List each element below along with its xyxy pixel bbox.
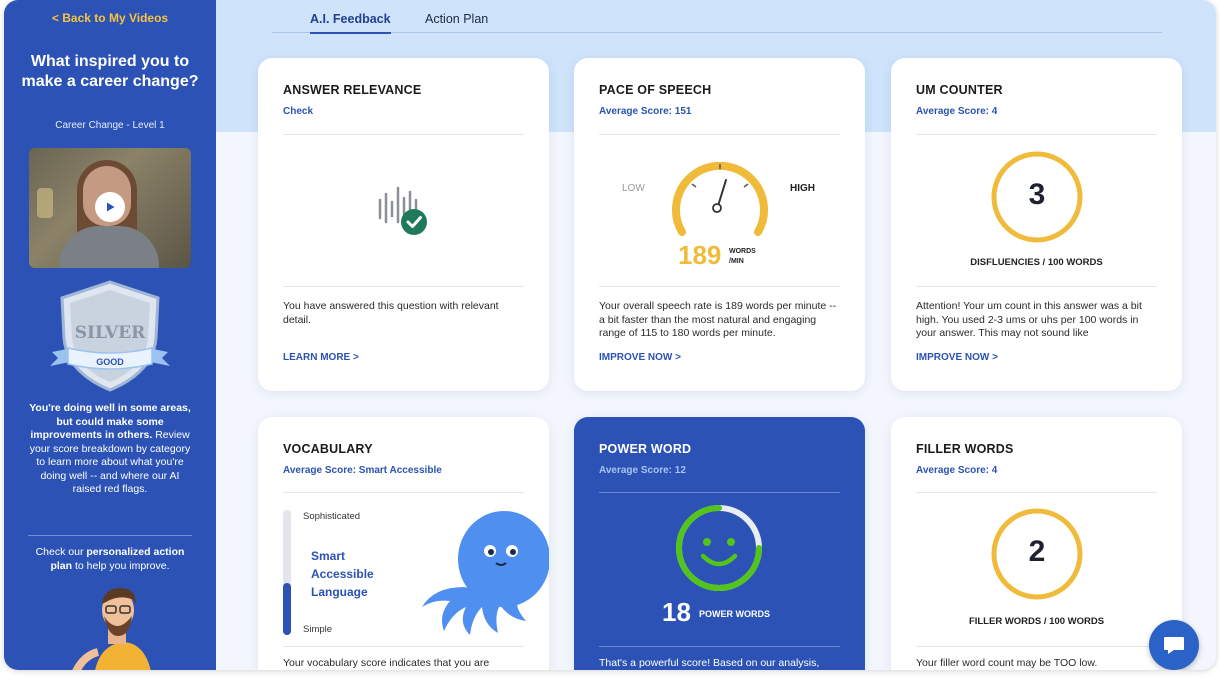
video-thumbnail[interactable] bbox=[29, 148, 191, 268]
improve-now-link[interactable]: IMPROVE NOW > bbox=[599, 352, 681, 363]
silver-shield-badge: SILVER GOOD bbox=[50, 280, 170, 392]
um-count-value: 3 bbox=[1028, 178, 1046, 211]
card-title: ANSWER RELEVANCE bbox=[283, 83, 422, 97]
video-background bbox=[37, 188, 53, 218]
card-title: UM COUNTER bbox=[916, 83, 1003, 97]
card-power-word: POWER WORD Average Score: 12 18 POWER WO… bbox=[574, 417, 865, 670]
improve-now-link[interactable]: IMPROVE NOW > bbox=[916, 352, 998, 363]
smiley-score-ring bbox=[676, 505, 762, 591]
main-content: A.I. Feedback Action Plan ANSWER RELEVAN… bbox=[216, 0, 1216, 670]
question-title: What inspired you to make a career chang… bbox=[21, 53, 199, 90]
play-icon[interactable] bbox=[95, 192, 125, 222]
tab-action-plan[interactable]: Action Plan bbox=[425, 12, 488, 26]
card-description: Your filler word count may be TOO low. bbox=[916, 657, 1098, 669]
card-title: PACE OF SPEECH bbox=[599, 83, 712, 97]
card-description: Your vocabulary score indicates that you… bbox=[283, 657, 490, 669]
vocab-bottom-label: Simple bbox=[303, 624, 333, 635]
pace-low-label: LOW bbox=[622, 183, 645, 194]
tab-ai-feedback[interactable]: A.I. Feedback bbox=[310, 12, 391, 34]
vocab-level-label: Smart Accessible Language bbox=[311, 549, 374, 599]
card-title: VOCABULARY bbox=[283, 442, 373, 456]
sidebar-divider bbox=[28, 535, 192, 536]
um-count-caption: DISFLUENCIES / 100 WORDS bbox=[970, 257, 1103, 268]
card-score: Check bbox=[283, 106, 314, 117]
card-vocabulary: VOCABULARY Average Score: Smart Accessib… bbox=[258, 417, 549, 670]
vocab-level-fill bbox=[283, 582, 291, 635]
vocab-top-label: Sophisticated bbox=[303, 511, 361, 522]
card-score: Average Score: 151 bbox=[599, 106, 692, 117]
card-filler-words: FILLER WORDS Average Score: 4 2 FILLER W… bbox=[891, 417, 1182, 670]
card-score: Average Score: 12 bbox=[599, 465, 686, 476]
card-answer-relevance: ANSWER RELEVANCE Check You have answered… bbox=[258, 58, 549, 391]
badge-rating-text: GOOD bbox=[96, 357, 124, 367]
card-description: Attention! Your um count in this answer … bbox=[916, 300, 1142, 339]
filler-count-value: 2 bbox=[1028, 535, 1046, 568]
card-description: Your overall speech rate is 189 words pe… bbox=[599, 300, 837, 339]
card-title: FILLER WORDS bbox=[916, 442, 1014, 456]
card-score: Average Score: Smart Accessible bbox=[283, 465, 442, 476]
card-score: Average Score: 4 bbox=[916, 465, 998, 476]
card-score: Average Score: 4 bbox=[916, 106, 998, 117]
feedback-tabs: A.I. Feedback Action Plan bbox=[272, 0, 1162, 34]
app-frame: < Back to My Videos What inspired you to… bbox=[4, 0, 1216, 670]
power-word-unit: POWER WORDS bbox=[699, 609, 770, 619]
pace-unit: WORDS /MIN bbox=[729, 248, 756, 265]
coach-illustration bbox=[72, 588, 151, 670]
score-summary: You're doing well in some areas, but cou… bbox=[29, 402, 191, 495]
pace-high-label: HIGH bbox=[790, 183, 815, 194]
back-to-videos-link[interactable]: < Back to My Videos bbox=[4, 11, 216, 25]
card-description: You have answered this question with rel… bbox=[283, 300, 499, 326]
filler-count-caption: FILLER WORDS / 100 WORDS bbox=[968, 616, 1105, 627]
learn-more-link[interactable]: LEARN MORE > bbox=[283, 352, 359, 363]
vocab-level-track bbox=[283, 510, 291, 635]
waveform-check-icon bbox=[378, 186, 427, 235]
speedometer-gauge bbox=[672, 161, 768, 236]
question-subtitle: Career Change - Level 1 bbox=[55, 120, 165, 131]
badge-tier-text: SILVER bbox=[75, 323, 146, 343]
octopus-illustration bbox=[422, 511, 549, 635]
sidebar: < Back to My Videos What inspired you to… bbox=[4, 0, 216, 670]
power-word-count: 18 bbox=[662, 597, 691, 627]
action-plan-note: Check our personalized action plan to he… bbox=[35, 546, 185, 572]
pace-value: 189 bbox=[678, 240, 722, 270]
card-pace-of-speech: PACE OF SPEECH Average Score: 151 LOW HI… bbox=[574, 58, 865, 391]
card-title: POWER WORD bbox=[599, 442, 692, 456]
card-um-counter: UM COUNTER Average Score: 4 3 DISFLUENCI… bbox=[891, 58, 1182, 391]
card-description: That's a powerful score! Based on our an… bbox=[599, 657, 820, 669]
chat-bubble-icon[interactable] bbox=[1149, 620, 1199, 670]
